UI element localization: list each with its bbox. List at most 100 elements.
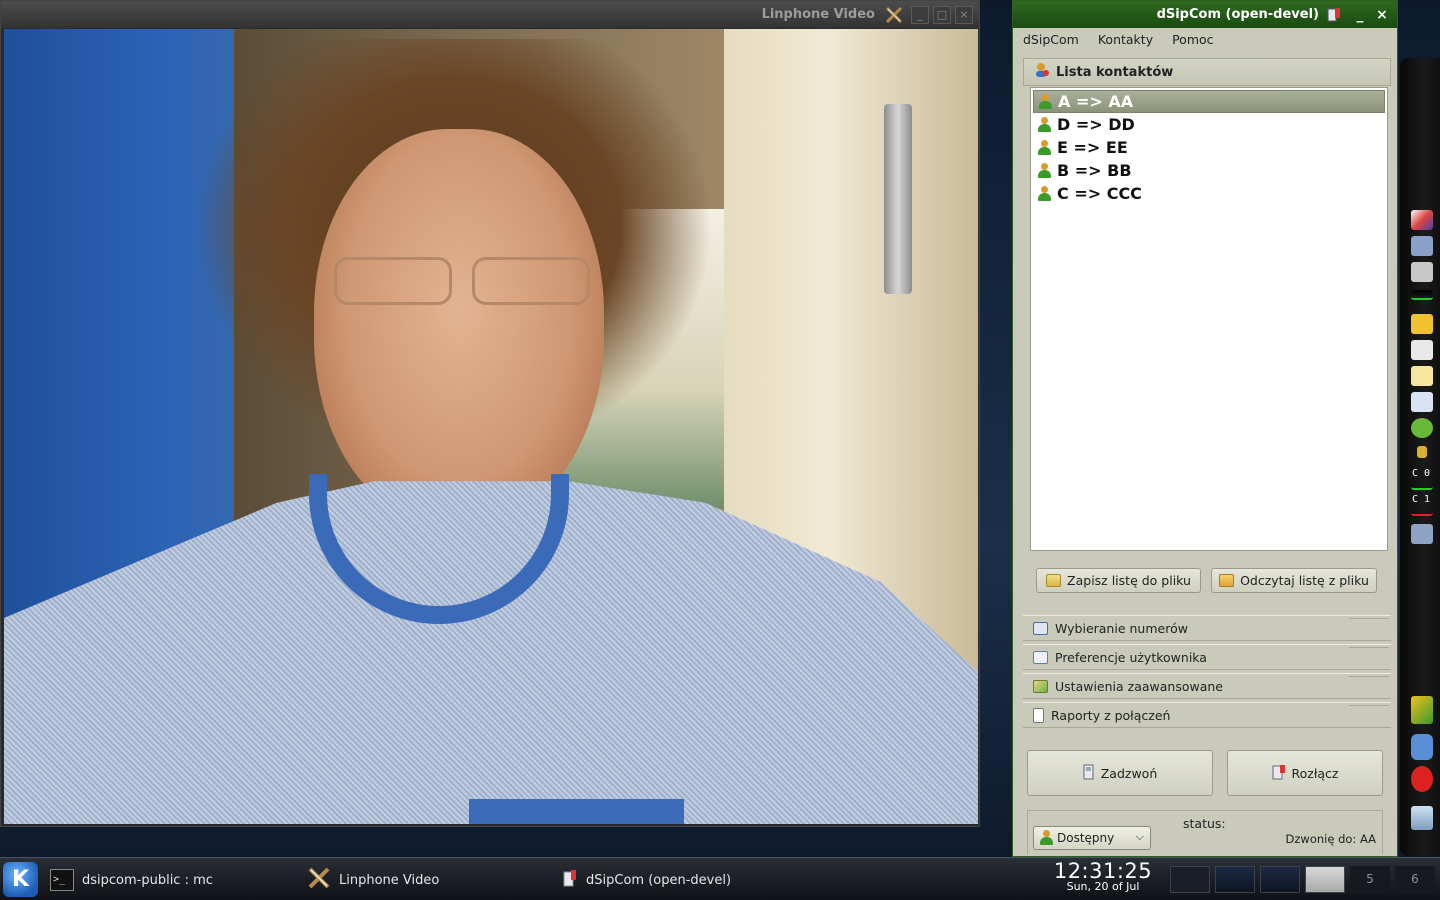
contact-list[interactable]: A => AA D => DD E => EE B => BB C => CCC [1030, 87, 1388, 551]
display-icon[interactable] [1411, 236, 1433, 256]
clipboard-icon[interactable] [1411, 366, 1433, 386]
calling-info: Dzwonię do: AA [1285, 832, 1376, 846]
scene-door-handle [884, 104, 912, 294]
video-maximize-button[interactable]: □ [933, 5, 951, 24]
nav-label: Ustawienia zaawansowane [1055, 678, 1223, 694]
phone-icon [1083, 764, 1095, 783]
clock[interactable]: 12:31:25 Sun, 20 of Jul [1048, 859, 1158, 893]
menu-pomoc[interactable]: Pomoc [1170, 30, 1215, 49]
contact-person-icon [1038, 139, 1051, 156]
battery-small-icon [1417, 446, 1427, 458]
video-close-button[interactable]: × [955, 5, 973, 24]
nav-user-preferences[interactable]: Preferencje użytkownika [1023, 644, 1391, 670]
scene-face [314, 129, 604, 529]
contact-item[interactable]: C => CCC [1033, 182, 1385, 205]
user-switch-icon[interactable] [1411, 524, 1433, 544]
nav-advanced-settings[interactable]: Ustawienia zaawansowane [1023, 673, 1391, 699]
task-dsipcom[interactable]: dSipCom (open-devel) [558, 864, 818, 896]
calendar-icon[interactable] [1411, 392, 1433, 412]
contact-person-icon [1038, 162, 1051, 179]
taskbar: K >_ dsipcom-public : mc Linphone Video … [0, 857, 1440, 900]
contact-item[interactable]: A => AA [1033, 90, 1385, 113]
task-terminal[interactable]: >_ dsipcom-public : mc [46, 864, 296, 896]
coffee-icon[interactable] [1411, 340, 1433, 360]
contacts-icon [1034, 62, 1050, 82]
dsipcom-app-icon [1327, 7, 1341, 23]
save-file-icon [1046, 574, 1062, 587]
task-label: dsipcom-public : mc [82, 872, 213, 888]
call-button-label: Zadzwoń [1100, 765, 1158, 781]
hangup-button[interactable]: Rozłącz [1227, 750, 1383, 796]
dsipcom-window-title: dSipCom (open-devel) [1156, 7, 1319, 22]
logout-icon[interactable] [1411, 766, 1433, 792]
contacts-section-header[interactable]: Lista kontaktów [1023, 58, 1391, 86]
open-folder-icon [1219, 574, 1235, 587]
report-icon [1033, 707, 1044, 723]
cpu0-label: C 0 [1412, 468, 1431, 479]
power-plug-icon[interactable] [1411, 696, 1433, 724]
nav-label: Wybieranie numerów [1055, 620, 1188, 636]
cpu0-graph-icon [1411, 484, 1433, 490]
menu-kontakty[interactable]: Kontakty [1096, 30, 1155, 49]
contact-label: E => EE [1057, 138, 1128, 157]
pager-desktop-2[interactable] [1215, 866, 1255, 893]
contact-label: C => CCC [1057, 184, 1142, 203]
kde-menu-button[interactable]: K [3, 862, 38, 897]
contact-person-icon [1038, 116, 1051, 133]
dsipcom-icon [562, 869, 578, 891]
nav-label: Preferencje użytkownika [1055, 649, 1207, 665]
status-dropdown[interactable]: Dostępny ⌵ [1033, 826, 1151, 850]
video-window-title: Linphone Video [761, 7, 875, 22]
task-label: Linphone Video [339, 872, 440, 888]
cpu1-label: C 1 [1412, 494, 1431, 505]
music-icon[interactable] [1411, 262, 1433, 282]
dsipcom-minimize-button[interactable]: _ [1351, 6, 1369, 24]
paint-icon[interactable] [1411, 210, 1433, 230]
contact-person-icon [1038, 185, 1051, 202]
save-list-button[interactable]: Zapisz listę do pliku [1036, 568, 1201, 593]
task-label: dSipCom (open-devel) [586, 872, 732, 888]
contact-item[interactable]: B => BB [1033, 159, 1385, 182]
scene-pocket [469, 799, 684, 824]
folder-icon[interactable] [1411, 314, 1433, 334]
dsipcom-titlebar[interactable]: dSipCom (open-devel) _ × [1013, 1, 1397, 28]
webcam-video-feed [4, 29, 978, 824]
nav-dialing[interactable]: Wybieranie numerów [1023, 615, 1391, 641]
video-minimize-button[interactable]: _ [911, 5, 929, 24]
contacts-header-label: Lista kontaktów [1056, 64, 1174, 80]
nav-label: Raporty z połączeń [1051, 707, 1171, 723]
contact-label: A => AA [1058, 92, 1134, 111]
task-linphone-video[interactable]: Linphone Video [303, 864, 553, 896]
pager-desktop-3[interactable] [1260, 866, 1300, 893]
computer-icon[interactable] [1411, 806, 1433, 830]
pager-desktop-5[interactable]: 5 [1350, 866, 1390, 893]
scene-glasses [334, 257, 594, 307]
chevron-down-icon: ⌵ [1135, 830, 1144, 843]
status-person-icon [1040, 830, 1053, 846]
pager-desktop-6[interactable]: 6 [1395, 866, 1435, 893]
contact-label: B => BB [1057, 161, 1132, 180]
dialpad-icon [1033, 621, 1048, 635]
status-value: Dostępny [1057, 831, 1115, 845]
contact-item[interactable]: D => DD [1033, 113, 1385, 136]
dsipcom-close-button[interactable]: × [1373, 6, 1391, 24]
pager-desktop-4-active[interactable] [1305, 866, 1345, 893]
call-button[interactable]: Zadzwoń [1027, 750, 1213, 796]
dsipcom-window[interactable]: dSipCom (open-devel) _ × dSipCom Kontakt… [1012, 0, 1398, 857]
linphone-app-icon [885, 6, 903, 24]
linphone-video-window[interactable]: Linphone Video _ □ × [0, 0, 980, 827]
hangup-icon [1272, 764, 1286, 783]
status-label: status: [1183, 816, 1226, 831]
load-list-button[interactable]: Odczytaj listę z pliku [1211, 568, 1377, 593]
user-card-icon [1033, 650, 1048, 664]
video-titlebar[interactable]: Linphone Video _ □ × [1, 1, 979, 28]
menu-dsipcom[interactable]: dSipCom [1021, 30, 1081, 49]
contact-person-icon [1039, 93, 1052, 110]
clock-icon[interactable] [1411, 418, 1433, 438]
show-desktop-button[interactable] [1170, 866, 1210, 893]
lock-icon[interactable] [1411, 734, 1433, 760]
linphone-icon [307, 866, 331, 894]
nav-call-reports[interactable]: Raporty z połączeń [1023, 702, 1391, 728]
side-dock: C 0 C 1 [1400, 58, 1440, 856]
contact-item[interactable]: E => EE [1033, 136, 1385, 159]
